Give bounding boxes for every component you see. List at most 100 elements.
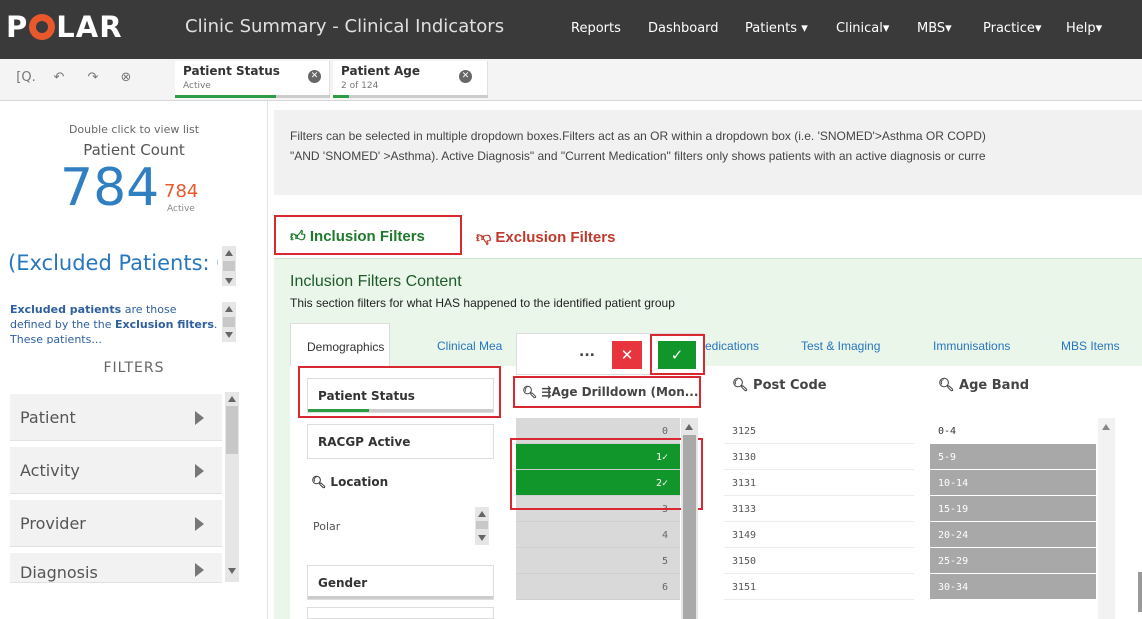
selection-toolbar: ... ✕ ✓ <box>516 333 705 375</box>
clear-selection-icon[interactable]: ✕ <box>459 70 472 83</box>
menu-practice[interactable]: Practice▾ <box>983 21 1041 36</box>
menu-mbs[interactable]: MBS▾ <box>917 21 952 36</box>
tab-exclusion-filters[interactable]: 👎︎ Exclusion Filters <box>476 220 615 256</box>
age-band-item[interactable]: 20-24 <box>930 522 1096 548</box>
post-code-item[interactable]: 3150 <box>724 548 914 574</box>
scroll-thumb[interactable] <box>223 261 235 271</box>
scroll-up-icon[interactable] <box>225 306 233 312</box>
inclusion-title: Inclusion Filters Content <box>290 273 462 290</box>
filter-diagnosis[interactable]: Diagnosis <box>10 553 222 583</box>
clear-selection-icon[interactable]: ✕ <box>308 70 321 83</box>
filter-instructions: Filters can be selected in multiple drop… <box>274 110 1142 195</box>
scroll-up-icon[interactable] <box>225 250 233 256</box>
scroll-down-icon[interactable] <box>225 278 233 284</box>
post-code-item[interactable]: 3130 <box>724 444 914 470</box>
excluded-description: Excluded patients are those defined by t… <box>10 303 218 344</box>
scroll-thumb[interactable] <box>226 406 238 454</box>
tab-demographics[interactable]: Demographics <box>290 323 390 367</box>
clear-all-icon[interactable]: ⊗ <box>115 67 137 89</box>
menu-reports[interactable]: Reports <box>571 21 621 36</box>
post-code-item[interactable]: 3131 <box>724 470 914 496</box>
gender-listbox[interactable]: Gender <box>307 565 494 600</box>
post-code-item[interactable]: 3125 <box>724 418 914 444</box>
location-value[interactable]: Polar <box>313 520 340 533</box>
scroll-down-icon[interactable] <box>225 332 233 338</box>
age-band-header[interactable]: 🔍︎ Age Band <box>938 378 1029 408</box>
scroll-thumb[interactable] <box>223 317 235 327</box>
location-header[interactable]: 🔍︎ Location <box>311 475 388 489</box>
caret-right-icon <box>195 517 204 531</box>
caret-right-icon <box>195 563 204 577</box>
tab-test-imaging[interactable]: Test & Imaging <box>801 323 880 367</box>
next-listbox[interactable] <box>307 607 494 619</box>
caret-down-icon: ▾ <box>882 21 890 36</box>
age-band-item[interactable]: 0-4 <box>930 418 1096 444</box>
scroll-up-icon[interactable] <box>228 396 236 402</box>
tab-mbs-items[interactable]: MBS Items <box>1061 323 1120 367</box>
selection-fill <box>333 95 349 98</box>
post-code-item[interactable]: 3151 <box>724 574 914 600</box>
app-title: Clinic Summary - Clinical Indicators <box>185 16 505 37</box>
selection-chip-patient-age[interactable]: Patient Age 2 of 124 ✕ <box>333 61 488 98</box>
instructions-line-1: Filters can be selected in multiple drop… <box>290 129 986 143</box>
page-scroll-thumb[interactable] <box>1138 572 1142 612</box>
post-code-header[interactable]: 🔍︎ Post Code <box>732 378 827 408</box>
patient-count-value[interactable]: 784 <box>60 158 159 218</box>
highlight-box <box>510 438 703 510</box>
menu-help[interactable]: Help▾ <box>1066 21 1102 36</box>
tab-medications[interactable]: edications <box>705 323 759 367</box>
more-options-icon[interactable]: ... <box>579 344 595 360</box>
caret-right-icon <box>195 411 204 425</box>
scroll-thumb[interactable] <box>476 521 488 529</box>
menu-dashboard[interactable]: Dashboard <box>648 21 719 36</box>
age-band-item[interactable]: 25-29 <box>930 548 1096 574</box>
tab-immunisations[interactable]: Immunisations <box>933 323 1010 367</box>
caret-right-icon <box>195 464 204 478</box>
post-code-item[interactable]: 3149 <box>724 522 914 548</box>
racgp-active-listbox[interactable]: RACGP Active <box>307 424 494 459</box>
cancel-selection-button[interactable]: ✕ <box>612 341 642 369</box>
filter-patient[interactable]: Patient <box>10 394 222 441</box>
menu-patients[interactable]: Patients ▾ <box>745 21 808 36</box>
active-count-value: 784 <box>164 181 199 202</box>
age-band-item[interactable]: 5-9 <box>930 444 1096 470</box>
menu-clinical[interactable]: Clinical▾ <box>836 21 889 36</box>
filters-scrollbar[interactable] <box>225 392 239 582</box>
scroll-up-icon[interactable] <box>685 424 693 430</box>
post-code-item[interactable]: 3133 <box>724 496 914 522</box>
age-drilldown-header[interactable]: 🔍︎ ⇶Age Drilldown (Mon... <box>522 385 698 399</box>
scroll-up-icon[interactable] <box>1102 424 1110 430</box>
age-drilldown-item[interactable]: 4 <box>516 522 680 548</box>
instructions-line-2: "AND 'SNOMED' >Asthma). Active Diagnosis… <box>290 149 986 163</box>
age-band-item[interactable]: 10-14 <box>930 470 1096 496</box>
age-band-scrollbar[interactable] <box>1098 418 1115 619</box>
excluded-scrollbar[interactable] <box>222 246 236 286</box>
search-icon: 🔍︎ <box>522 385 538 399</box>
step-back-icon[interactable]: ↶ <box>48 67 70 89</box>
filter-provider[interactable]: Provider <box>10 500 222 547</box>
age-band-item[interactable]: 30-34 <box>930 574 1096 600</box>
location-scrollbar[interactable] <box>475 507 489 545</box>
patient-status-listbox[interactable]: Patient Status <box>307 378 494 413</box>
scroll-down-icon[interactable] <box>478 535 486 541</box>
step-forward-icon[interactable]: ↷ <box>82 67 104 89</box>
tab-inclusion-filters[interactable]: 👍︎ Inclusion Filters <box>274 215 462 255</box>
scroll-down-icon[interactable] <box>228 568 236 574</box>
inclusion-subtitle: This section filters for what HAS happen… <box>290 296 675 310</box>
age-band-item[interactable]: 15-19 <box>930 496 1096 522</box>
chip-value: 2 of 124 <box>341 81 379 91</box>
selection-chip-patient-status[interactable]: Patient Status Active ✕ <box>175 61 330 98</box>
selection-state-bar <box>333 95 488 98</box>
filter-activity[interactable]: Activity <box>10 447 222 494</box>
description-scrollbar[interactable] <box>222 302 236 342</box>
scroll-up-icon[interactable] <box>478 511 486 517</box>
search-icon: 🔍︎ <box>938 378 955 393</box>
tab-clinical-measures[interactable]: Clinical Mea <box>437 323 502 367</box>
age-drilldown-item[interactable]: 6 <box>516 574 680 600</box>
age-drilldown-item[interactable]: 5 <box>516 548 680 574</box>
confirm-selection-button[interactable]: ✓ <box>658 341 696 369</box>
scroll-thumb[interactable] <box>683 435 696 619</box>
polar-logo[interactable]: P LAR <box>6 10 123 44</box>
age-list-scrollbar[interactable] <box>681 418 698 619</box>
smart-search-icon[interactable]: [Q. <box>8 67 44 89</box>
